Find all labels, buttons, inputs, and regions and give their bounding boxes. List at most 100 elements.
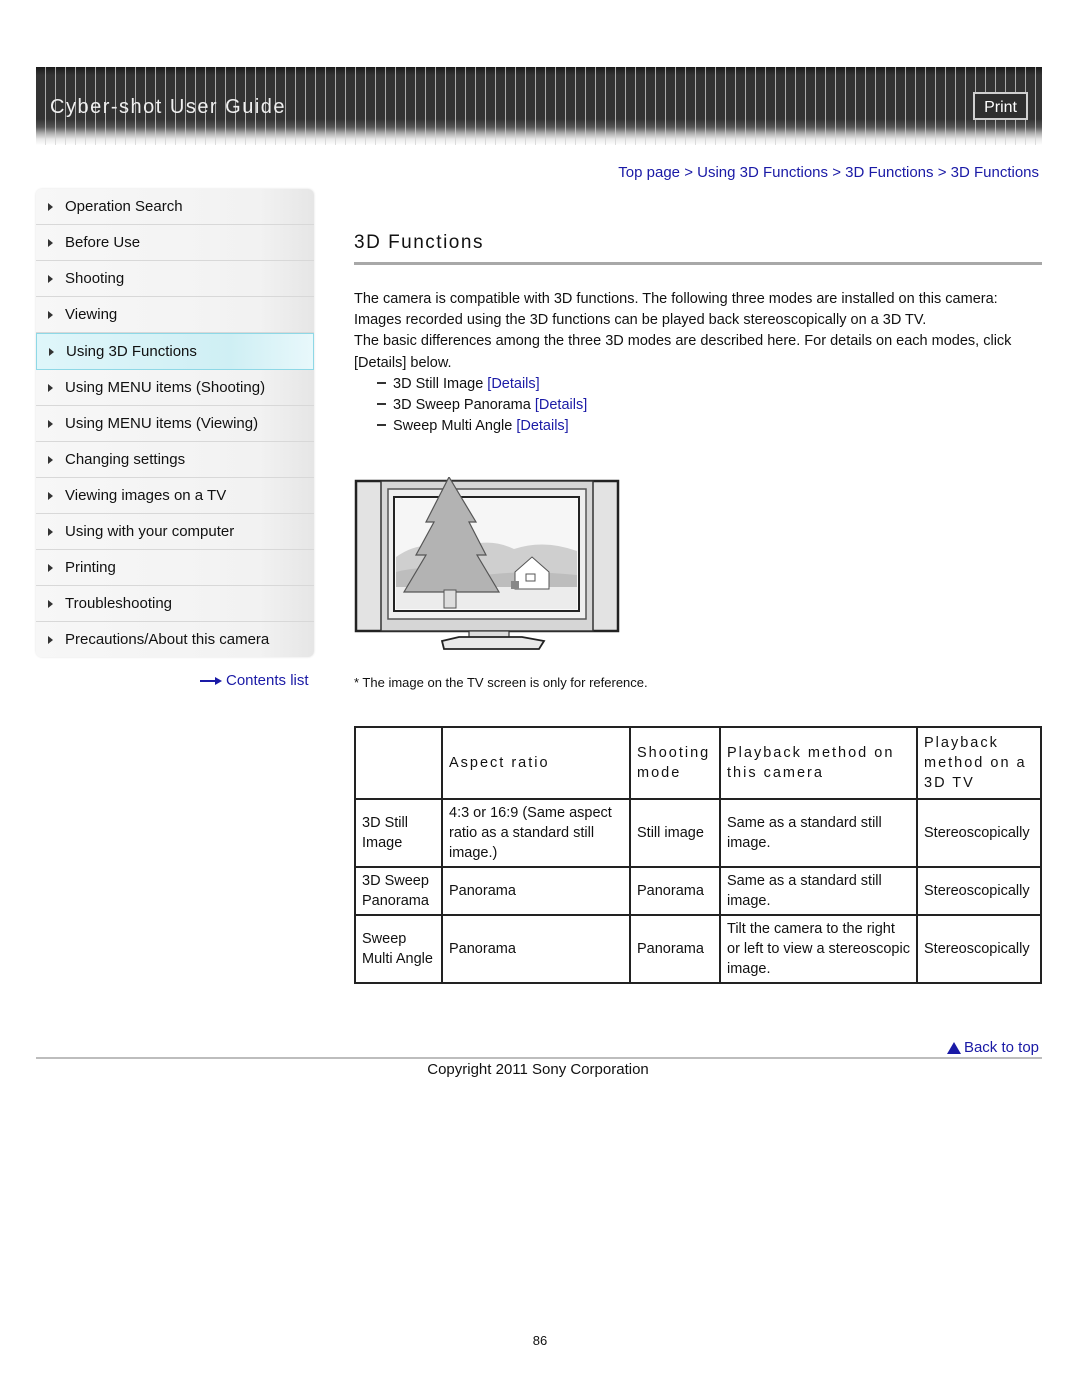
table-header-cell — [354, 726, 443, 800]
triangle-right-icon — [48, 635, 53, 644]
mode-item: Sweep Multi Angle [Details] — [354, 416, 1034, 437]
triangle-right-icon — [48, 274, 53, 283]
breadcrumb-current[interactable]: 3D Functions — [951, 164, 1039, 181]
mode-item: 3D Sweep Panorama [Details] — [354, 395, 1034, 416]
sidebar-item-label: Before Use — [65, 234, 141, 251]
mode-name: 3D Sweep Panorama — [393, 397, 531, 414]
triangle-right-icon — [48, 455, 53, 464]
sidebar-item-label: Precautions/About this camera — [65, 631, 270, 648]
header-banner: Cyber-shot User Guide Print — [36, 67, 1042, 145]
triangle-right-icon — [48, 238, 53, 247]
breadcrumb-top-page[interactable]: Top page — [618, 164, 680, 181]
sidebar-item-viewing-on-tv[interactable]: Viewing images on a TV — [36, 478, 314, 514]
table-cell: 3D Sweep Panorama — [354, 866, 443, 916]
table-row: 3D Sweep Panorama Panorama Panorama Same… — [354, 866, 1042, 916]
sidebar-item-precautions[interactable]: Precautions/About this camera — [36, 622, 314, 657]
sidebar-item-label: Using 3D Functions — [66, 343, 197, 360]
page-number: 86 — [532, 1333, 548, 1348]
footer-divider — [36, 1057, 1042, 1059]
sidebar-item-label: Using MENU items (Shooting) — [65, 379, 266, 396]
triangle-right-icon — [48, 491, 53, 500]
print-button[interactable]: Print — [973, 92, 1028, 120]
table-cell: Tilt the camera to the right or left to … — [719, 914, 918, 984]
breadcrumb: Top page > Using 3D Functions > 3D Funct… — [618, 164, 1039, 181]
back-to-top-link[interactable]: Back to top — [946, 1039, 1039, 1056]
table-cell: Panorama — [629, 914, 721, 984]
details-link-sweep-multi-angle[interactable]: [Details] — [516, 418, 568, 434]
table-cell: Stereoscopically — [916, 798, 1042, 868]
mode-item: 3D Still Image [Details] — [354, 374, 1034, 395]
contents-list-link[interactable]: Contents list — [200, 672, 309, 689]
triangle-right-icon — [48, 527, 53, 536]
mode-list: 3D Still Image [Details] 3D Sweep Panora… — [354, 374, 1034, 438]
guide-title: Cyber-shot User Guide — [50, 96, 287, 118]
table-cell: Sweep Multi Angle — [354, 914, 443, 984]
sidebar-item-label: Troubleshooting — [65, 595, 173, 612]
details-link-3d-still-image[interactable]: [Details] — [487, 376, 539, 392]
table-row: Sweep Multi Angle Panorama Panorama Tilt… — [354, 914, 1042, 984]
table-cell: 4:3 or 16:9 (Same aspect ratio as a stan… — [441, 798, 631, 868]
breadcrumb-separator: > — [937, 164, 947, 181]
sidebar-item-printing[interactable]: Printing — [36, 550, 314, 586]
breadcrumb-using-3d-functions[interactable]: Using 3D Functions — [697, 164, 828, 181]
sidebar-item-computer[interactable]: Using with your computer — [36, 514, 314, 550]
sidebar-item-label: Printing — [65, 559, 116, 576]
triangle-right-icon — [48, 202, 53, 211]
tv-stand — [440, 630, 546, 650]
triangle-right-icon — [48, 563, 53, 572]
table-cell: Still image — [629, 798, 721, 868]
sidebar-item-before-use[interactable]: Before Use — [36, 225, 314, 261]
sidebar-item-menu-shooting[interactable]: Using MENU items (Shooting) — [36, 370, 314, 406]
title-divider — [354, 262, 1042, 265]
triangle-right-icon — [49, 347, 54, 356]
sidebar-nav: Operation Search Before Use Shooting Vie… — [36, 189, 314, 657]
sidebar-item-label: Viewing — [65, 306, 118, 323]
breadcrumb-3d-functions[interactable]: 3D Functions — [845, 164, 933, 181]
triangle-right-icon — [48, 419, 53, 428]
sidebar-item-changing-settings[interactable]: Changing settings — [36, 442, 314, 478]
mode-name: Sweep Multi Angle — [393, 418, 513, 435]
sidebar-item-label: Changing settings — [65, 451, 186, 468]
breadcrumb-separator: > — [832, 164, 841, 181]
arrow-right-icon — [200, 676, 222, 686]
sidebar-item-operation-search[interactable]: Operation Search — [36, 189, 314, 225]
sidebar-item-menu-viewing[interactable]: Using MENU items (Viewing) — [36, 406, 314, 442]
table-cell: Panorama — [441, 914, 631, 984]
table-cell: Stereoscopically — [916, 914, 1042, 984]
sidebar-item-label: Viewing images on a TV — [65, 487, 227, 504]
tv-illustration — [354, 477, 620, 650]
table-cell: 3D Still Image — [354, 798, 443, 868]
triangle-up-icon — [946, 1041, 961, 1054]
image-note: * The image on the TV screen is only for… — [354, 675, 648, 690]
sidebar-item-shooting[interactable]: Shooting — [36, 261, 314, 297]
copyright: Copyright 2011 Sony Corporation — [427, 1061, 649, 1078]
intro-paragraph: The basic differences among the three 3D… — [354, 333, 1012, 371]
sidebar-item-label: Shooting — [65, 270, 125, 287]
mode-comparison-table: Aspect ratio Shooting mode Playback meth… — [354, 726, 1042, 984]
intro-paragraph: Images recorded using the 3D functions c… — [354, 312, 927, 329]
page-title: 3D Functions — [354, 232, 484, 253]
sidebar-item-using-3d-functions[interactable]: Using 3D Functions — [36, 333, 314, 370]
intro-paragraph: The camera is compatible with 3D functio… — [354, 291, 998, 307]
table-cell: Same as a standard still image. — [719, 866, 918, 916]
details-link-3d-sweep-panorama[interactable]: [Details] — [535, 397, 587, 413]
table-header-cell: Playback method on a 3D TV — [916, 726, 1042, 800]
breadcrumb-separator: > — [684, 164, 693, 181]
contents-list-label: Contents list — [226, 672, 309, 689]
table-cell: Stereoscopically — [916, 866, 1042, 916]
table-header-cell: Playback method on this camera — [719, 726, 918, 800]
sidebar-item-label: Using MENU items (Viewing) — [65, 415, 259, 432]
table-cell: Panorama — [441, 866, 631, 916]
triangle-right-icon — [48, 599, 53, 608]
triangle-right-icon — [48, 383, 53, 392]
sidebar-item-label: Operation Search — [65, 198, 183, 215]
table-header-cell: Aspect ratio — [441, 726, 631, 800]
triangle-right-icon — [48, 310, 53, 319]
table-cell: Panorama — [629, 866, 721, 916]
table-header-cell: Shooting mode — [629, 726, 721, 800]
sidebar-item-troubleshooting[interactable]: Troubleshooting — [36, 586, 314, 622]
table-row: 3D Still Image 4:3 or 16:9 (Same aspect … — [354, 798, 1042, 868]
back-to-top-label: Back to top — [963, 1039, 1039, 1056]
sidebar-item-viewing[interactable]: Viewing — [36, 297, 314, 333]
table-header-row: Aspect ratio Shooting mode Playback meth… — [354, 726, 1042, 800]
